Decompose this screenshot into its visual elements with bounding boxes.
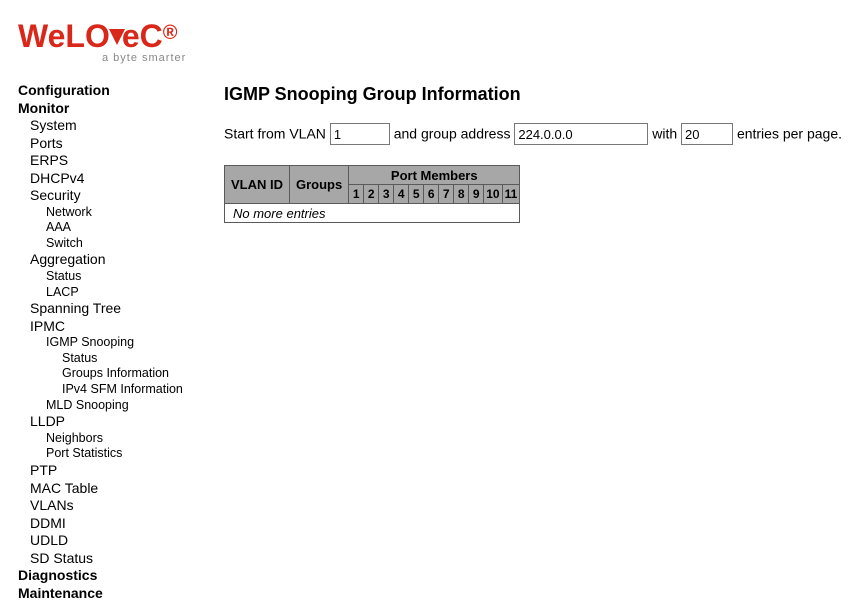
nav-monitor[interactable]: Monitor bbox=[18, 100, 218, 118]
nav-dhcpv4[interactable]: DHCPv4 bbox=[30, 170, 218, 188]
nav-security-switch[interactable]: Switch bbox=[46, 236, 218, 252]
label-with: with bbox=[652, 126, 677, 142]
nav-mld-snooping[interactable]: MLD Snooping bbox=[46, 398, 218, 414]
input-entries-per-page[interactable] bbox=[681, 123, 733, 145]
nav-udld[interactable]: UDLD bbox=[30, 532, 218, 550]
port-col-11: 11 bbox=[502, 185, 520, 204]
nav-lldp-port-statistics[interactable]: Port Statistics bbox=[46, 446, 218, 462]
nav-lldp-neighbors[interactable]: Neighbors bbox=[46, 431, 218, 447]
nav-ddmi[interactable]: DDMI bbox=[30, 515, 218, 533]
filter-row: Start from VLAN and group address with e… bbox=[224, 123, 852, 145]
nav-igmp-status[interactable]: Status bbox=[62, 351, 218, 367]
nav-aggregation-status[interactable]: Status bbox=[46, 269, 218, 285]
nav-security-aaa[interactable]: AAA bbox=[46, 220, 218, 236]
nav-igmp-groups[interactable]: Groups Information bbox=[62, 366, 218, 382]
input-group-address[interactable] bbox=[514, 123, 648, 145]
nav-system[interactable]: System bbox=[30, 117, 218, 135]
nav-erps[interactable]: ERPS bbox=[30, 152, 218, 170]
logo-triangle-icon bbox=[107, 16, 127, 53]
port-col-3: 3 bbox=[379, 185, 394, 204]
nav-lldp[interactable]: LLDP bbox=[30, 413, 218, 431]
nav-diagnostics[interactable]: Diagnostics bbox=[18, 567, 218, 585]
table-row-no-more: No more entries bbox=[225, 204, 520, 223]
page-title: IGMP Snooping Group Information bbox=[224, 84, 852, 105]
nav-spanning-tree[interactable]: Spanning Tree bbox=[30, 300, 218, 318]
col-vlan-id: VLAN ID bbox=[225, 166, 290, 204]
nav-ptp[interactable]: PTP bbox=[30, 462, 218, 480]
nav-sd-status[interactable]: SD Status bbox=[30, 550, 218, 568]
label-entries-per-page: entries per page. bbox=[737, 126, 842, 142]
nav-ipmc[interactable]: IPMC bbox=[30, 318, 218, 336]
sidebar-nav: Configuration Monitor System Ports ERPS … bbox=[0, 82, 218, 602]
port-col-7: 7 bbox=[439, 185, 454, 204]
nav-igmp-sfm[interactable]: IPv4 SFM Information bbox=[62, 382, 218, 398]
col-port-members: Port Members bbox=[349, 166, 520, 185]
nav-security-network[interactable]: Network bbox=[46, 205, 218, 221]
nav-aggregation-lacp[interactable]: LACP bbox=[46, 285, 218, 301]
nav-mac-table[interactable]: MAC Table bbox=[30, 480, 218, 498]
logo: WeLOeC® a byte smarter bbox=[0, 0, 864, 64]
port-col-1: 1 bbox=[349, 185, 364, 204]
nav-aggregation[interactable]: Aggregation bbox=[30, 251, 218, 269]
col-groups: Groups bbox=[290, 166, 349, 204]
main-content: IGMP Snooping Group Information Start fr… bbox=[218, 82, 864, 223]
nav-configuration[interactable]: Configuration bbox=[18, 82, 218, 100]
nav-security[interactable]: Security bbox=[30, 187, 218, 205]
nav-igmp-snooping[interactable]: IGMP Snooping bbox=[46, 335, 218, 351]
groups-table: VLAN ID Groups Port Members 1 2 3 4 5 6 … bbox=[224, 165, 520, 223]
port-col-2: 2 bbox=[364, 185, 379, 204]
logo-main: WeLOeC® bbox=[18, 18, 864, 55]
port-col-9: 9 bbox=[469, 185, 484, 204]
port-col-5: 5 bbox=[409, 185, 424, 204]
nav-ports[interactable]: Ports bbox=[30, 135, 218, 153]
port-col-10: 10 bbox=[484, 185, 502, 204]
port-col-8: 8 bbox=[454, 185, 469, 204]
nav-maintenance[interactable]: Maintenance bbox=[18, 585, 218, 602]
input-start-vlan[interactable] bbox=[330, 123, 390, 145]
logo-tagline: a byte smarter bbox=[102, 52, 864, 64]
no-more-entries: No more entries bbox=[225, 204, 520, 223]
port-col-6: 6 bbox=[424, 185, 439, 204]
label-group-address: and group address bbox=[394, 126, 511, 142]
label-start-from-vlan: Start from VLAN bbox=[224, 126, 326, 142]
port-col-4: 4 bbox=[394, 185, 409, 204]
nav-vlans[interactable]: VLANs bbox=[30, 497, 218, 515]
